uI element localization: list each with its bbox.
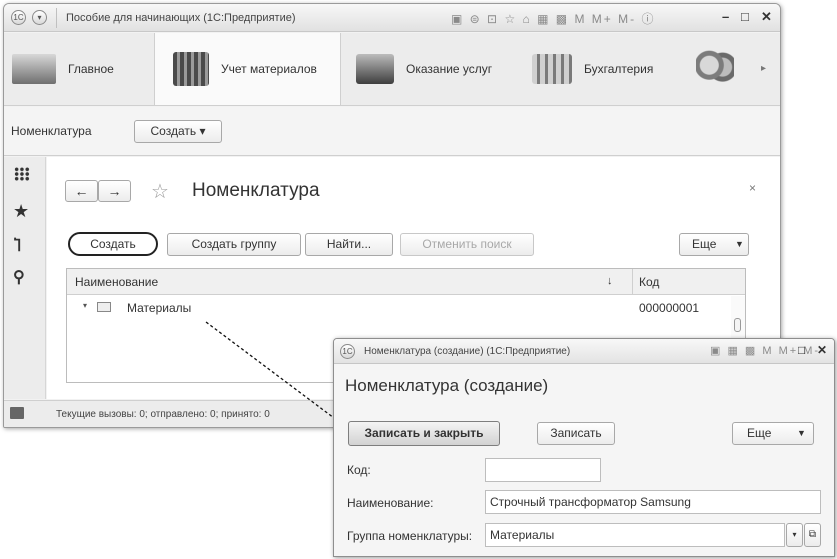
code-label: Код: — [347, 463, 371, 477]
name-label: Наименование: — [347, 496, 434, 510]
creation-dialog: 1С Номенклатура (создание) (1С:Предприят… — [333, 338, 835, 557]
dialog-more-label: Еще — [747, 426, 772, 440]
dialog-maximize-icon[interactable]: □ — [798, 343, 805, 357]
dialog-heading: Номенклатура (создание) — [345, 376, 549, 395]
code-field[interactable] — [485, 458, 601, 482]
save-and-close-button[interactable]: Записать и закрыть — [348, 421, 500, 446]
dialog-more-button[interactable]: Еще ▼ — [732, 422, 814, 445]
group-open-icon[interactable]: ⧉ — [804, 523, 821, 547]
dialog-close-icon[interactable]: ✕ — [817, 343, 827, 357]
dialog-window-title: Номенклатура (создание) (1С:Предприятие) — [364, 346, 571, 357]
dialog-chevron-down-icon: ▼ — [797, 428, 806, 438]
group-field[interactable]: Материалы — [485, 523, 785, 547]
dialog-titlebar: 1С Номенклатура (создание) (1С:Предприят… — [334, 339, 834, 364]
group-dropdown-icon[interactable]: ▾ — [786, 523, 803, 547]
save-button[interactable]: Записать — [537, 422, 615, 445]
group-label: Группа номенклатуры: — [347, 529, 473, 543]
name-field[interactable]: Строчный трансформатор Samsung — [485, 490, 821, 514]
dialog-app-logo-icon[interactable]: 1С — [340, 344, 355, 359]
